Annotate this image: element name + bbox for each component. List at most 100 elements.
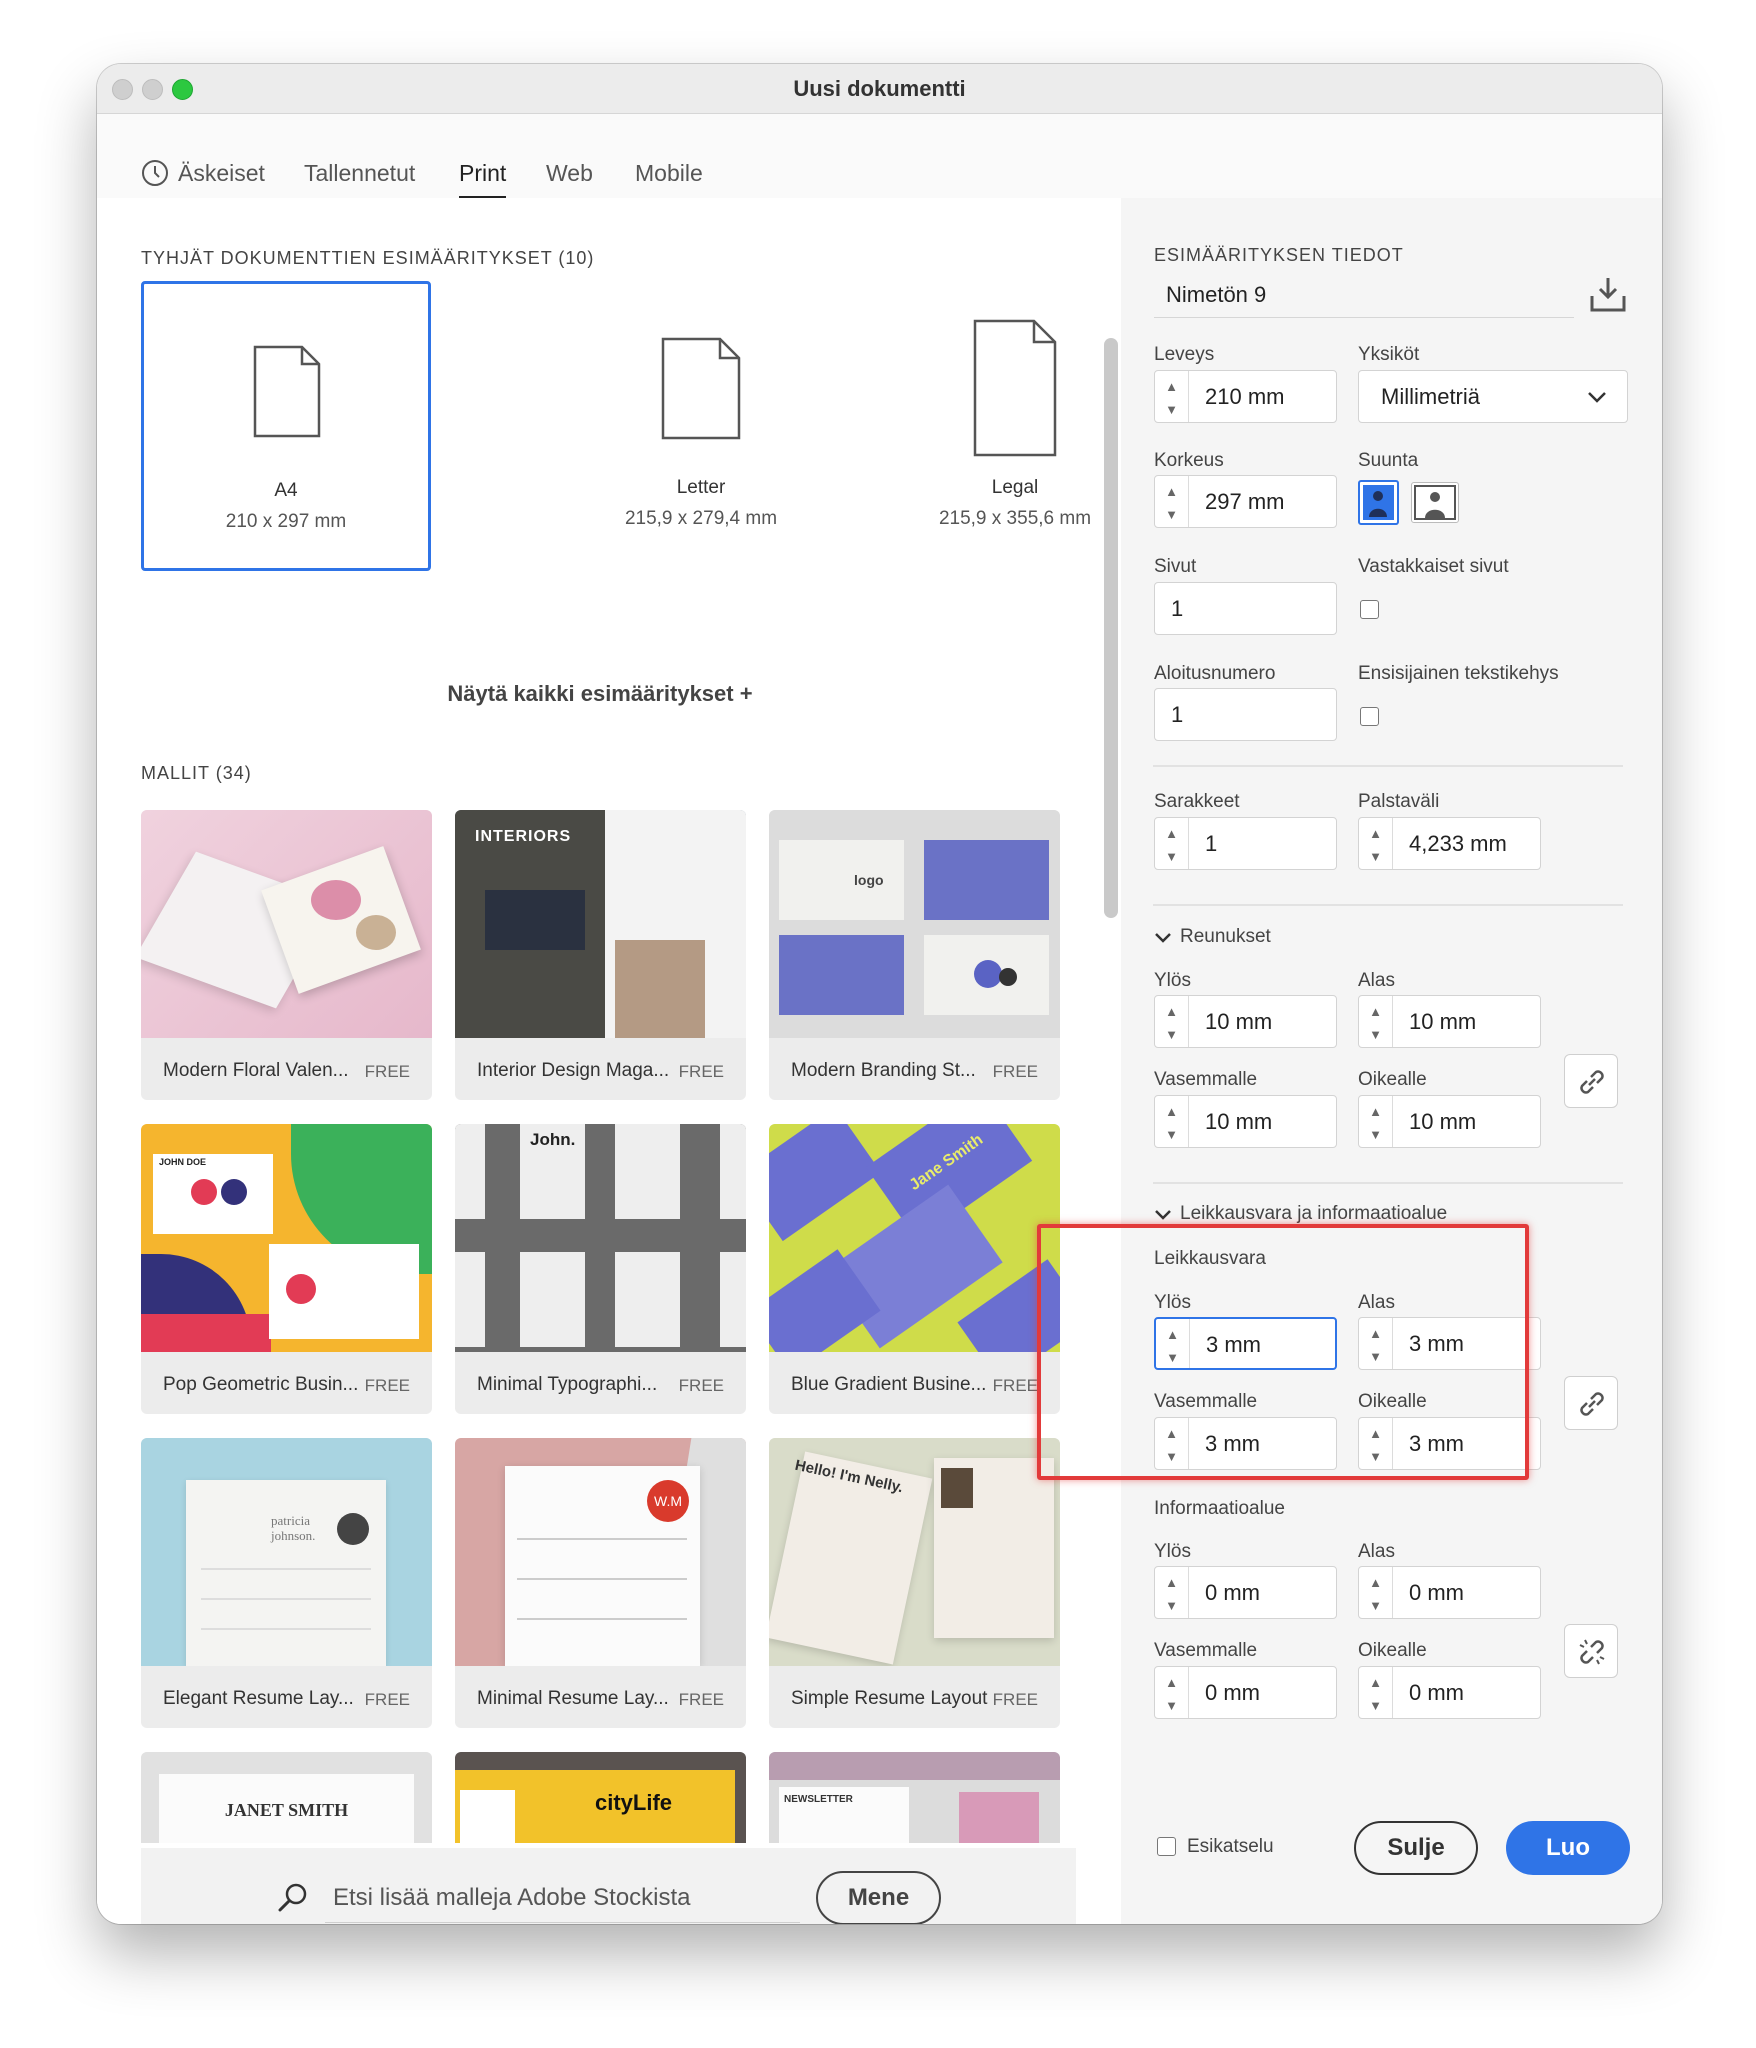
primary-text-frame-checkbox[interactable]: [1360, 707, 1379, 726]
stepper-icon[interactable]: ▲ ▼: [1359, 1096, 1393, 1147]
gutter-field[interactable]: ▲ ▼ 4,233 mm: [1358, 817, 1541, 870]
document-name-field[interactable]: Nimetön 9: [1154, 268, 1574, 318]
template-card[interactable]: INTERIORS Interior Design Maga... FREE: [455, 810, 746, 1100]
pages-field[interactable]: 1: [1154, 582, 1337, 635]
preset-letter[interactable]: Letter 215,9 x 279,4 mm: [556, 281, 846, 571]
stepper-icon[interactable]: ▲ ▼: [1155, 1567, 1189, 1618]
slug-bottom-label: Alas: [1358, 1541, 1395, 1562]
slug-top-field[interactable]: ▲ ▼ 0 mm: [1154, 1566, 1337, 1619]
close-button[interactable]: Sulje: [1354, 1821, 1478, 1875]
columns-field[interactable]: ▲ ▼ 1: [1154, 817, 1337, 870]
show-all-presets-link[interactable]: Näytä kaikki esimääritykset +: [97, 681, 1103, 707]
tab-label: Äskeiset: [178, 160, 265, 186]
document-icon: [661, 337, 741, 440]
template-name: Blue Gradient Busine...: [791, 1374, 987, 1395]
stock-search-input[interactable]: Etsi lisää malleja Adobe Stockista: [325, 1878, 800, 1923]
thumbnail-text: patricia johnson.: [271, 1513, 316, 1543]
broken-link-icon: [1579, 1639, 1605, 1665]
height-field[interactable]: ▲ ▼ 297 mm: [1154, 475, 1337, 528]
template-card[interactable]: Jane Smith Blue Gradient Busine... FREE: [769, 1124, 1060, 1414]
units-label: Yksiköt: [1358, 344, 1420, 365]
template-thumbnail: JANET SMITH: [141, 1752, 432, 1843]
plus-icon: +: [733, 681, 753, 706]
units-select[interactable]: Millimetriä: [1358, 370, 1628, 423]
stepper-icon[interactable]: ▲ ▼: [1359, 1667, 1393, 1718]
stepper-icon[interactable]: ▲ ▼: [1359, 1567, 1393, 1618]
link-icon: [1580, 1070, 1604, 1094]
thumbnail-text: JOHN DOE: [159, 1157, 207, 1167]
columns-label: Sarakkeet: [1154, 791, 1240, 812]
stepper-icon[interactable]: ▲ ▼: [1359, 996, 1393, 1047]
stepper-icon[interactable]: ▲ ▼: [1155, 476, 1189, 527]
template-thumbnail: W.M: [455, 1438, 746, 1666]
height-label: Korkeus: [1154, 450, 1224, 471]
free-badge: FREE: [678, 1062, 724, 1081]
bleed-link-button[interactable]: [1564, 1376, 1618, 1430]
free-badge: FREE: [678, 1376, 724, 1395]
stepper-icon[interactable]: ▲ ▼: [1155, 1667, 1189, 1718]
slug-left-field[interactable]: ▲ ▼ 0 mm: [1154, 1666, 1337, 1719]
margin-right-field[interactable]: ▲ ▼ 10 mm: [1358, 1095, 1541, 1148]
pages-label: Sivut: [1154, 556, 1197, 577]
template-card[interactable]: NEWSLETTER: [769, 1752, 1060, 1843]
landscape-orientation-button[interactable]: [1411, 482, 1459, 523]
facing-pages-checkbox[interactable]: [1360, 600, 1379, 619]
slug-link-button[interactable]: [1564, 1624, 1618, 1678]
templates-heading: MALLIT (34): [141, 763, 252, 783]
orientation-label: Suunta: [1358, 450, 1419, 471]
margin-top-field[interactable]: ▲ ▼ 10 mm: [1154, 995, 1337, 1048]
tab-mobile[interactable]: Mobile: [635, 153, 703, 193]
free-badge: FREE: [678, 1690, 724, 1709]
margin-top-label: Ylös: [1154, 970, 1191, 991]
template-card[interactable]: JANET SMITH: [141, 1752, 432, 1843]
save-preset-icon[interactable]: [1588, 274, 1628, 314]
width-field[interactable]: ▲ ▼ 210 mm: [1154, 370, 1337, 423]
margins-link-button[interactable]: [1564, 1054, 1618, 1108]
template-card[interactable]: John. Minimal Typographi... FREE: [455, 1124, 746, 1414]
margin-left-label: Vasemmalle: [1154, 1069, 1258, 1090]
go-button[interactable]: Mene: [816, 1871, 941, 1924]
stepper-icon[interactable]: ▲ ▼: [1155, 371, 1189, 422]
template-card[interactable]: Hello! I'm Nelly. Simple Resume Layout F…: [769, 1438, 1060, 1728]
template-card[interactable]: W.M Minimal Resume Lay... FREE: [455, 1438, 746, 1728]
document-icon: [253, 345, 321, 438]
template-name: Minimal Resume Lay...: [477, 1688, 669, 1709]
new-document-dialog: Uusi dokumentti Äskeiset Tallennetut Pri…: [97, 64, 1662, 1924]
free-badge: FREE: [364, 1376, 410, 1395]
template-card[interactable]: patricia johnson. Elegant Resume Lay... …: [141, 1438, 432, 1728]
tab-saved[interactable]: Tallennetut: [304, 153, 415, 193]
primary-text-frame-label: Ensisijainen tekstikehys: [1358, 663, 1559, 684]
tab-web[interactable]: Web: [546, 153, 593, 193]
create-button[interactable]: Luo: [1506, 1821, 1630, 1875]
gutter-label: Palstaväli: [1358, 791, 1440, 812]
slug-left-label: Vasemmalle: [1154, 1640, 1258, 1661]
margin-bottom-field[interactable]: ▲ ▼ 10 mm: [1358, 995, 1541, 1048]
template-thumbnail: logo: [769, 810, 1060, 1038]
tab-print[interactable]: Print: [459, 153, 506, 193]
template-card[interactable]: JOHN DOE Pop Geometric Busin... FREE: [141, 1124, 432, 1414]
slug-bottom-field[interactable]: ▲ ▼ 0 mm: [1358, 1566, 1541, 1619]
template-card[interactable]: logo Modern Branding St... FREE: [769, 810, 1060, 1100]
stepper-icon[interactable]: ▲ ▼: [1359, 818, 1393, 869]
slug-right-field[interactable]: ▲ ▼ 0 mm: [1358, 1666, 1541, 1719]
chevron-down-icon: [1588, 392, 1606, 403]
template-card[interactable]: Modern Floral Valen... FREE: [141, 810, 432, 1100]
template-card[interactable]: cityLife: [455, 1752, 746, 1843]
thumbnail-text: NEWSLETTER: [784, 1794, 853, 1805]
preview-label: Esikatselu: [1187, 1836, 1274, 1857]
stepper-icon[interactable]: ▲ ▼: [1155, 1096, 1189, 1147]
left-panel: TYHJÄT DOKUMENTTIEN ESIMÄÄRITYKSET (10) …: [97, 198, 1121, 1924]
preview-checkbox[interactable]: [1157, 1837, 1176, 1856]
start-number-field[interactable]: 1: [1154, 688, 1337, 741]
start-number-label: Aloitusnumero: [1154, 663, 1276, 684]
template-thumbnail: Jane Smith: [769, 1124, 1060, 1352]
thumbnail-text: cityLife: [595, 1790, 673, 1815]
margin-left-field[interactable]: ▲ ▼ 10 mm: [1154, 1095, 1337, 1148]
template-name: Elegant Resume Lay...: [163, 1688, 354, 1709]
templates-scrollbar[interactable]: [1104, 338, 1118, 918]
stepper-icon[interactable]: ▲ ▼: [1155, 996, 1189, 1047]
portrait-orientation-button[interactable]: [1358, 480, 1399, 525]
tab-recent[interactable]: Äskeiset: [141, 153, 265, 193]
preset-a4[interactable]: A4 210 x 297 mm: [141, 281, 431, 571]
stepper-icon[interactable]: ▲ ▼: [1155, 818, 1189, 869]
